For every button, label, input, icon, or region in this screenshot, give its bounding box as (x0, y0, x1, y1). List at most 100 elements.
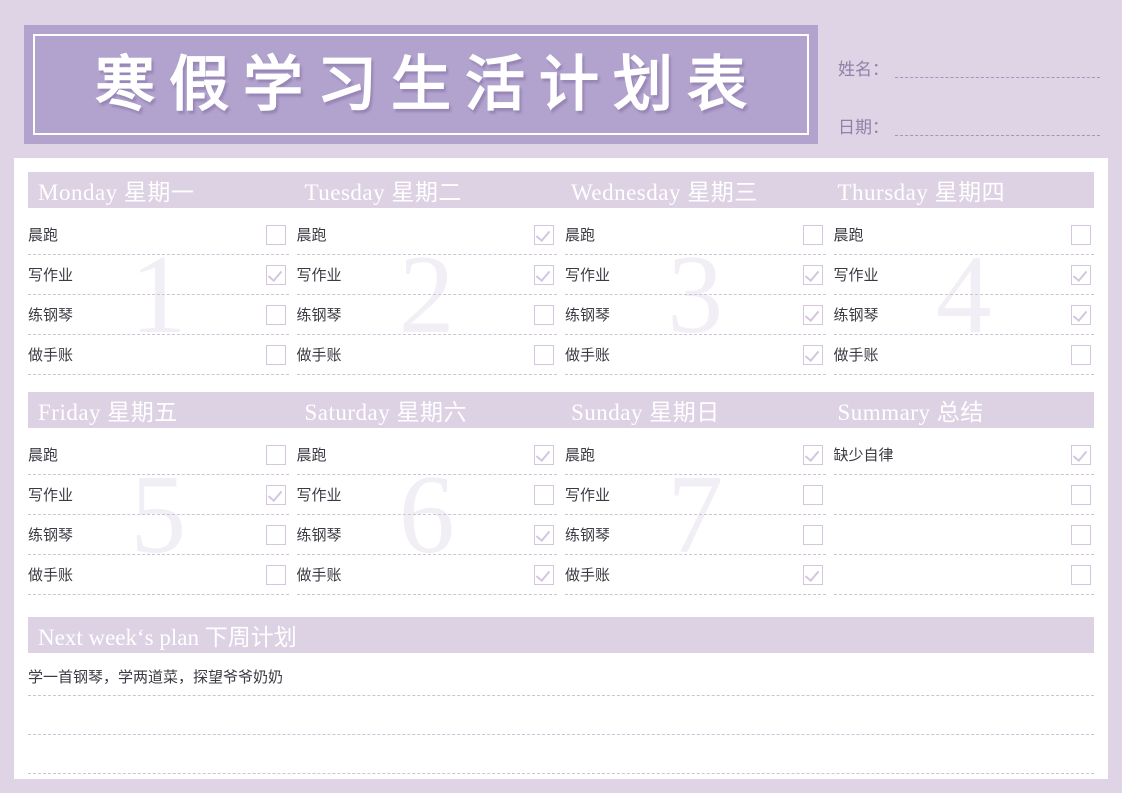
plan-line[interactable] (28, 735, 1094, 774)
task-checkbox[interactable] (802, 224, 823, 245)
task-label: 晨跑 (833, 226, 864, 244)
task-row: 写作业 (296, 475, 557, 515)
task-label: 写作业 (833, 266, 879, 284)
task-row: 做手账 (296, 555, 557, 595)
day-header-wednesday: Wednesday 星期三 (571, 180, 758, 205)
task-row: 写作业 (565, 475, 826, 515)
task-checkbox[interactable] (534, 564, 554, 585)
task-checkbox[interactable] (1071, 264, 1091, 285)
task-row: 做手账 (296, 335, 557, 375)
task-row: 晨跑 (565, 435, 826, 475)
task-label: 做手账 (296, 346, 342, 364)
name-field-row: 姓名： (838, 52, 1100, 82)
task-label: 做手账 (296, 566, 342, 584)
task-label: 晨跑 (28, 446, 59, 464)
task-checkbox[interactable] (1071, 344, 1091, 365)
task-checkbox[interactable] (265, 444, 286, 465)
task-checkbox[interactable] (802, 524, 823, 545)
task-label: 晨跑 (296, 446, 327, 464)
date-label: 日期： (838, 118, 889, 138)
task-row: 写作业 (296, 255, 557, 295)
task-checkbox[interactable] (534, 524, 554, 545)
week-row-1: Monday 星期一 Tuesday 星期二 Wednesday 星期三 Thu… (28, 172, 1094, 375)
task-label: 写作业 (565, 486, 611, 504)
task-checkbox[interactable] (534, 484, 554, 505)
task-checkbox[interactable] (802, 304, 823, 325)
day-column-wednesday: 3 晨跑 写作业 练钢琴 做手账 (565, 215, 826, 375)
task-checkbox[interactable] (1071, 304, 1091, 325)
day-column-sunday: 7 晨跑 写作业 练钢琴 做手账 (565, 435, 826, 595)
plan-line[interactable]: 学一首钢琴，学两道菜，探望爷爷奶奶 (28, 657, 1094, 696)
name-label: 姓名： (838, 60, 889, 80)
task-checkbox[interactable] (802, 344, 823, 365)
day-header-row-1: Monday 星期一 Tuesday 星期二 Wednesday 星期三 Thu… (28, 172, 1094, 208)
task-row: 晨跑 (28, 215, 289, 255)
task-row: 写作业 (28, 475, 289, 515)
task-checkbox[interactable] (802, 444, 823, 465)
day-header-thursday: Thursday 星期四 (837, 180, 1006, 205)
task-checkbox[interactable] (534, 264, 554, 285)
task-checkbox[interactable] (802, 564, 823, 585)
task-row: 晨跑 (296, 435, 557, 475)
next-week-plan-header: Next week‘s plan 下周计划 (28, 617, 1094, 653)
task-row: 写作业 (833, 255, 1094, 295)
task-row: 练钢琴 (28, 295, 289, 335)
plan-line[interactable] (28, 696, 1094, 735)
day-column-saturday: 6 晨跑 写作业 练钢琴 做手账 (296, 435, 557, 595)
next-week-plan-lines: 学一首钢琴，学两道菜，探望爷爷奶奶 (28, 657, 1094, 774)
task-checkbox[interactable] (265, 484, 286, 505)
task-label: 缺少自律 (833, 446, 894, 464)
task-checkbox[interactable] (265, 524, 286, 545)
task-row: 晨跑 (565, 215, 826, 255)
task-label: 练钢琴 (833, 306, 879, 324)
task-row: 晨跑 (833, 215, 1094, 255)
task-label: 晨跑 (296, 226, 327, 244)
task-row: 做手账 (565, 555, 826, 595)
task-checkbox[interactable] (534, 444, 554, 465)
task-checkbox[interactable] (265, 564, 286, 585)
task-label: 练钢琴 (296, 526, 342, 544)
day-column-summary: 缺少自律 (833, 435, 1094, 595)
task-label: 晨跑 (565, 226, 596, 244)
task-checkbox[interactable] (1071, 444, 1091, 465)
day-column-monday: 1 晨跑 写作业 练钢琴 做手账 (28, 215, 289, 375)
task-checkbox[interactable] (534, 344, 554, 365)
title-banner-inner-border: 寒假学习生活计划表 (33, 34, 809, 135)
week-row-2: Friday 星期五 Saturday 星期六 Sunday 星期日 Summa… (28, 392, 1094, 595)
day-header-friday: Friday 星期五 (38, 400, 178, 425)
task-row (833, 475, 1094, 515)
task-row: 缺少自律 (833, 435, 1094, 475)
date-input-line[interactable] (895, 134, 1100, 136)
day-header-tuesday: Tuesday 星期二 (304, 180, 462, 205)
task-checkbox[interactable] (265, 304, 286, 325)
task-label: 晨跑 (565, 446, 596, 464)
task-checkbox[interactable] (802, 264, 823, 285)
task-checkbox[interactable] (534, 304, 554, 325)
task-label: 写作业 (565, 266, 611, 284)
task-checkbox[interactable] (1071, 484, 1091, 505)
task-row: 练钢琴 (833, 295, 1094, 335)
task-checkbox[interactable] (265, 264, 286, 285)
task-row (833, 555, 1094, 595)
task-checkbox[interactable] (802, 484, 823, 505)
meta-fields: 姓名： 日期： (838, 52, 1100, 168)
task-row: 做手账 (28, 335, 289, 375)
name-input-line[interactable] (895, 76, 1100, 78)
title-banner: 寒假学习生活计划表 (24, 25, 818, 144)
day-columns-2: 5 晨跑 写作业 练钢琴 做手账 6 晨跑 写作业 练钢琴 做手账 7 晨跑 写… (28, 435, 1094, 595)
task-row: 练钢琴 (565, 515, 826, 555)
task-checkbox[interactable] (265, 224, 286, 245)
task-label: 做手账 (565, 346, 611, 364)
task-label: 练钢琴 (565, 526, 611, 544)
task-label: 写作业 (296, 266, 342, 284)
task-row: 写作业 (565, 255, 826, 295)
task-checkbox[interactable] (1071, 564, 1091, 585)
task-checkbox[interactable] (1071, 524, 1091, 545)
task-label: 做手账 (28, 566, 74, 584)
task-row: 做手账 (565, 335, 826, 375)
task-checkbox[interactable] (534, 224, 554, 245)
task-checkbox[interactable] (1071, 224, 1091, 245)
day-header-summary: Summary 总结 (837, 400, 984, 425)
task-checkbox[interactable] (265, 344, 286, 365)
planner-card: Monday 星期一 Tuesday 星期二 Wednesday 星期三 Thu… (14, 158, 1108, 779)
